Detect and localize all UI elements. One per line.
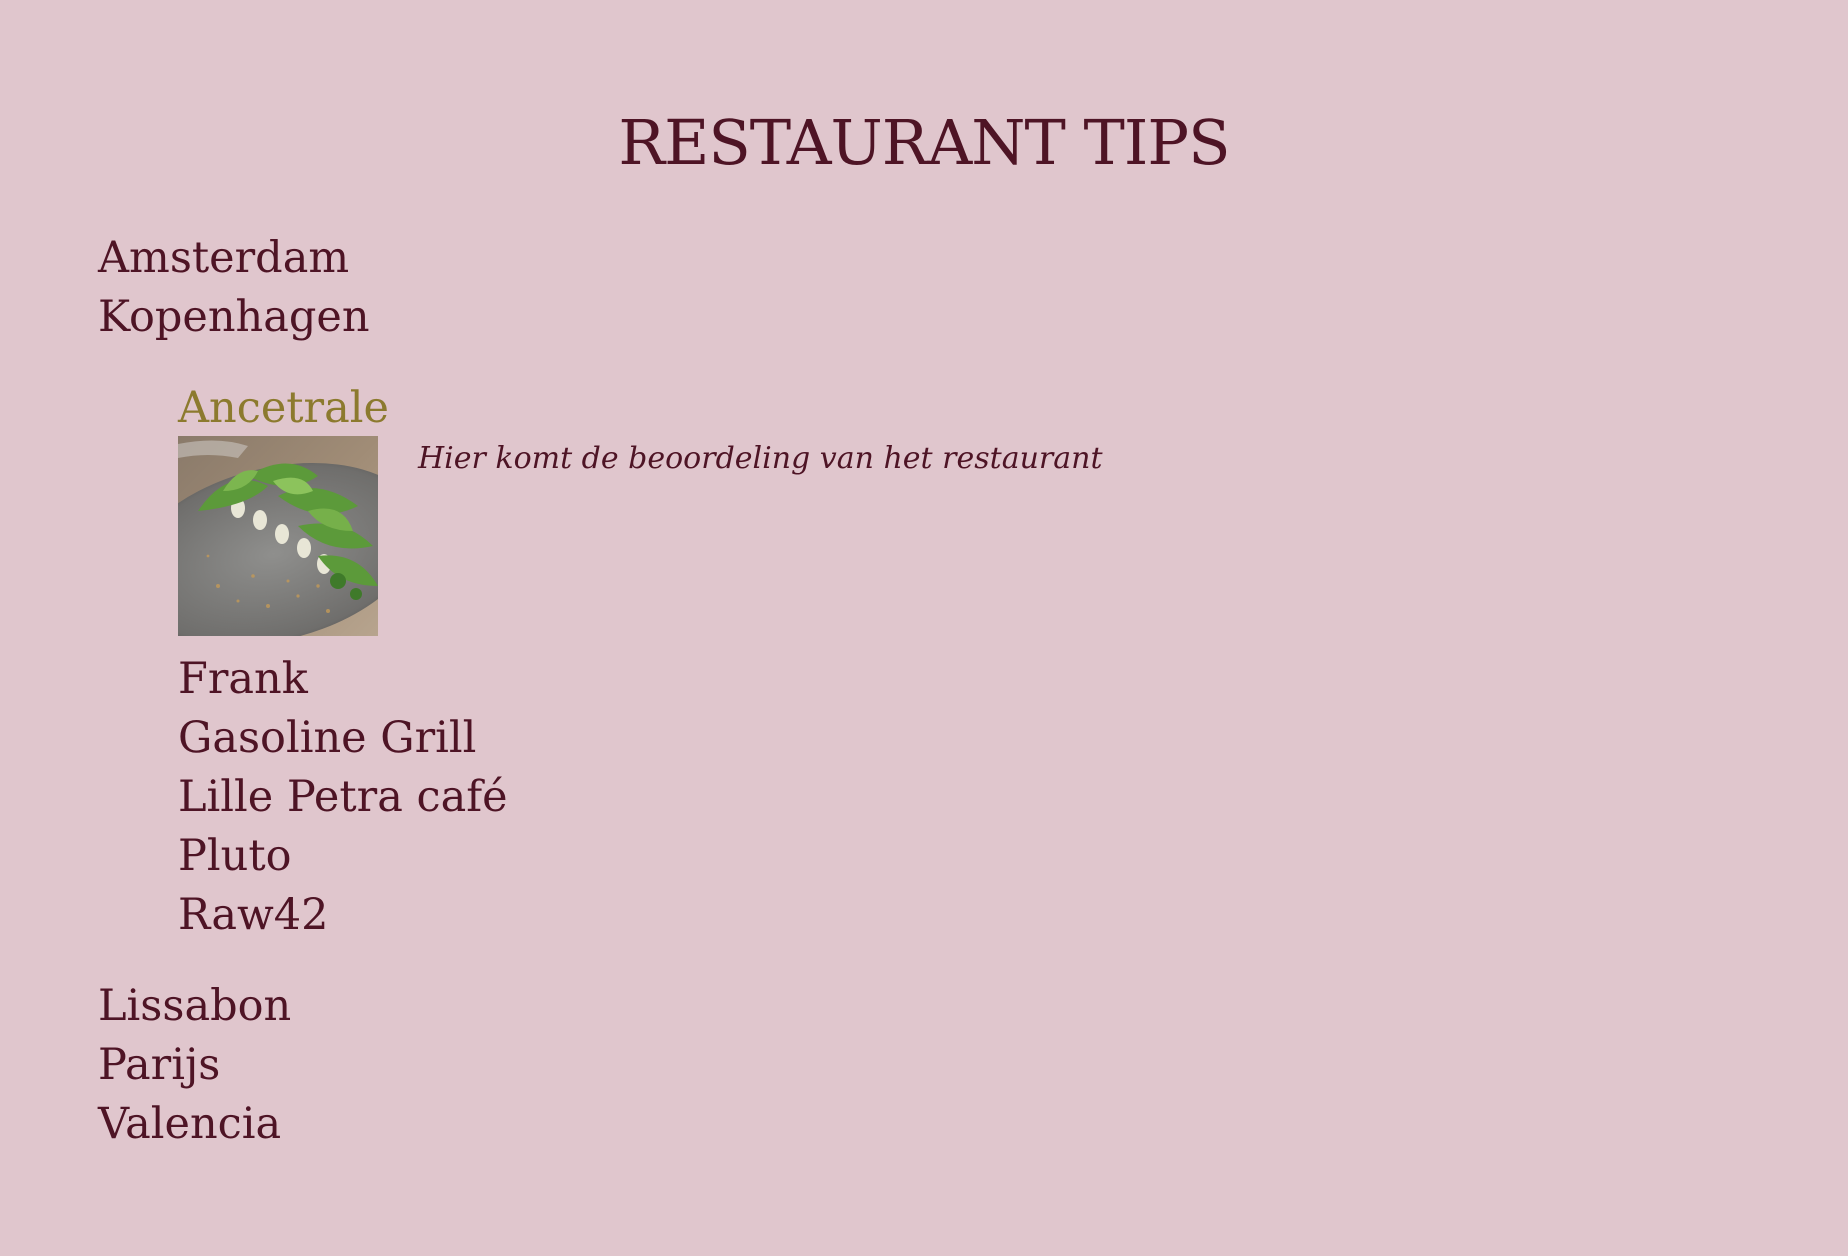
restaurant-item-raw42[interactable]: Raw42 (178, 886, 1103, 945)
city-item-lissabon[interactable]: Lissabon (98, 977, 1103, 1036)
restaurant-name[interactable]: Ancetrale (178, 379, 1103, 438)
city-item-amsterdam[interactable]: Amsterdam (98, 229, 1103, 288)
restaurant-item-lille-petra-cafe[interactable]: Lille Petra café (178, 768, 1103, 827)
restaurant-item-ancetrale[interactable]: Ancetrale Hier komt de beoordeling van h… (178, 379, 1103, 636)
restaurant-item-gasoline-grill[interactable]: Gasoline Grill (178, 709, 1103, 768)
restaurant-item-pluto[interactable]: Pluto (178, 827, 1103, 886)
restaurant-item-frank[interactable]: Frank (178, 650, 1103, 709)
city-group-kopenhagen: Kopenhagen Ancetrale Hier komt de beoord… (98, 288, 1103, 977)
dish-photo (178, 436, 378, 636)
city-item-parijs[interactable]: Parijs (98, 1036, 1103, 1095)
page-title: RESTAURANT TIPS (618, 106, 1230, 179)
restaurant-detail: Hier komt de beoordeling van het restaur… (178, 436, 1103, 636)
city-item-kopenhagen[interactable]: Kopenhagen (98, 288, 1103, 347)
city-item-valencia[interactable]: Valencia (98, 1095, 1103, 1154)
city-list: Amsterdam Kopenhagen Ancetrale Hier komt… (98, 229, 1103, 1154)
restaurant-review: Hier komt de beoordeling van het restaur… (418, 441, 1103, 476)
restaurant-list: Ancetrale Hier komt de beoordeling van h… (98, 347, 1103, 977)
